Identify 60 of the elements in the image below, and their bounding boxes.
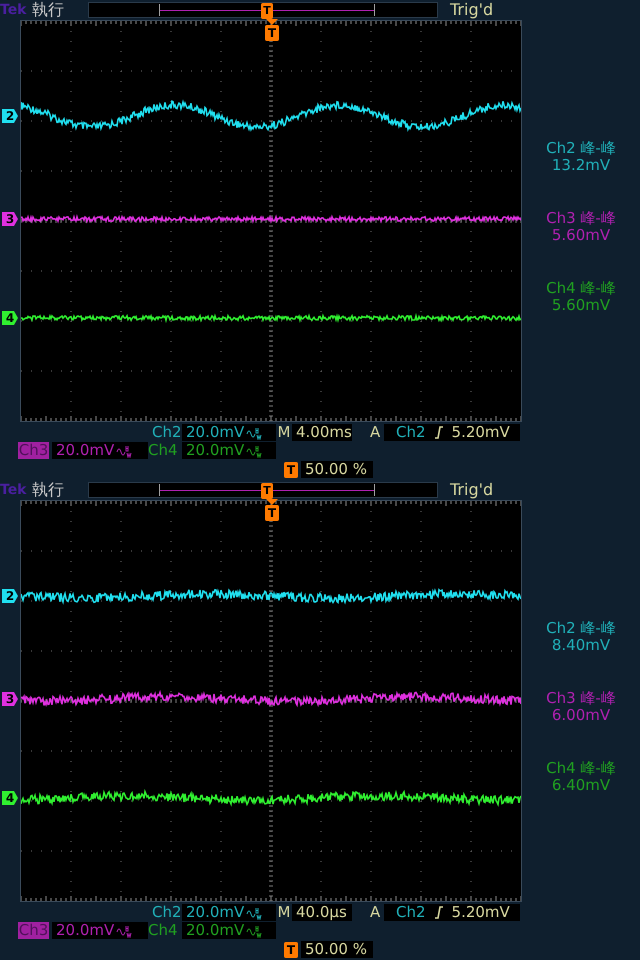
scale-value: 20.0mV xyxy=(186,923,244,938)
horizontal-position: 50.00 % xyxy=(301,461,373,478)
measurement-label: Ch3 峰-峰 xyxy=(546,210,616,227)
bandwidth-limit-icon xyxy=(246,426,262,440)
scale-value: 20.0mV xyxy=(186,425,244,440)
bandwidth-limit-icon xyxy=(246,906,262,920)
channel-marker: 3 xyxy=(2,212,18,226)
trigger-marker: T xyxy=(284,942,298,958)
trigger-mode-label: A xyxy=(370,905,382,920)
measurement-label: Ch4 峰-峰 xyxy=(546,280,616,297)
trigger-mode-label: A xyxy=(370,425,382,440)
measurement-value: 13.2mV xyxy=(552,157,610,174)
scale-value: 20.0mV xyxy=(186,905,244,920)
measurement-value: 5.60mV xyxy=(552,227,610,244)
channel-marker: 2 xyxy=(2,589,18,603)
measurement-value: 5.60mV xyxy=(552,297,610,314)
measurement-label: Ch4 峰-峰 xyxy=(546,760,616,777)
trigger-source: Ch2 xyxy=(396,425,426,440)
channel-label: Ch3 xyxy=(18,442,49,459)
horizontal-position: 50.00 % xyxy=(301,941,373,958)
scale-value: 20.0mV xyxy=(186,443,244,458)
acquisition-state: 執行 xyxy=(32,2,65,18)
measurement-value: 6.40mV xyxy=(552,777,610,794)
bandwidth-limit-icon xyxy=(246,444,262,458)
measurement-value: 6.00mV xyxy=(552,707,610,724)
measurement-label: Ch2 峰-峰 xyxy=(546,620,616,637)
channel-marker: 2 xyxy=(2,109,18,123)
channel-label: Ch4 xyxy=(148,923,179,938)
channel-marker: 4 xyxy=(2,311,18,325)
measurement-label: Ch2 峰-峰 xyxy=(546,140,616,157)
bandwidth-limit-icon xyxy=(116,444,132,458)
trigger-level: 5.20mV xyxy=(452,425,510,440)
rising-edge-icon xyxy=(434,906,444,919)
trigger-marker: T xyxy=(284,462,298,478)
bandwidth-limit-icon xyxy=(246,924,262,938)
trigger-level: 5.20mV xyxy=(452,905,510,920)
timebase-value: 4.00ms xyxy=(292,424,352,441)
brand-logo: Tek xyxy=(0,483,28,497)
channel-label: Ch3 xyxy=(18,922,49,939)
trigger-arrow-icon xyxy=(266,499,278,505)
channel-label: Ch2 xyxy=(152,425,182,440)
measurement-label: Ch3 峰-峰 xyxy=(546,690,616,707)
bandwidth-limit-icon xyxy=(116,924,132,938)
scale-value: 20.0mV xyxy=(56,443,114,458)
timebase-label: M xyxy=(276,905,292,920)
channel-marker: 3 xyxy=(2,692,18,706)
channel-label: Ch4 xyxy=(148,443,179,458)
channel-label: Ch2 xyxy=(152,905,182,920)
brand-logo: Tek xyxy=(0,3,28,17)
trigger-status: Trig'd xyxy=(450,2,494,18)
trigger-source: Ch2 xyxy=(396,905,426,920)
timebase-value: 40.0µs xyxy=(292,904,352,921)
scale-value: 20.0mV xyxy=(56,923,114,938)
trigger-arrow-icon xyxy=(266,19,278,25)
timebase-label: M xyxy=(276,425,292,440)
channel-marker: 4 xyxy=(2,791,18,805)
rising-edge-icon xyxy=(434,426,444,439)
trigger-status: Trig'd xyxy=(450,482,494,498)
acquisition-state: 執行 xyxy=(32,482,65,498)
measurement-value: 8.40mV xyxy=(552,637,610,654)
